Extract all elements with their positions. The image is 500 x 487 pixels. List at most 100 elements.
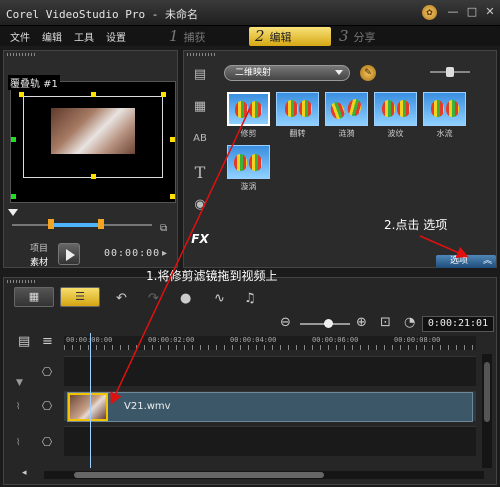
scroll-left-icon[interactable]: ◂ — [22, 468, 27, 478]
track-label: 覆叠轨 #1 — [8, 75, 60, 90]
resize-handle[interactable] — [11, 194, 16, 199]
filter-icon[interactable]: FX — [188, 229, 212, 249]
corel-logo-icon[interactable]: ✿ — [422, 5, 437, 20]
horizontal-scrollbar[interactable] — [44, 471, 484, 479]
project-duration[interactable]: 0:00:21:01 — [422, 316, 494, 332]
tab-share[interactable]: 3 分享 — [339, 27, 376, 46]
lock-track-icon[interactable]: ⌇ — [16, 438, 20, 448]
time-ruler[interactable]: 00:00:00:00 00:00:02:00 00:00:04:00 00:0… — [64, 336, 476, 350]
filter-thumb-flip[interactable] — [276, 92, 319, 126]
resize-handle[interactable] — [91, 92, 96, 97]
resize-handle[interactable] — [91, 174, 96, 179]
title-track[interactable] — [64, 426, 476, 456]
mode-clip[interactable]: 素材 — [30, 255, 48, 268]
ruler-tick: 00:00:08:00 — [394, 336, 441, 344]
filter-thumb-whirlpool[interactable] — [227, 145, 270, 179]
balloon-image — [299, 100, 312, 117]
overlay-clip-image[interactable] — [51, 108, 135, 154]
menu-settings[interactable]: 设置 — [106, 29, 126, 44]
filter-thumb-water[interactable] — [423, 92, 466, 126]
ruler-tick: 00:00:02:00 — [148, 336, 195, 344]
annotation-step1: 1.将修剪滤镜拖到视频上 — [146, 269, 278, 283]
timeline-zoom-slider[interactable] — [300, 319, 350, 328]
preview-panel: 覆叠轨 #1 ⧉ 项目 素材 00:00:00 ▸ — [3, 50, 178, 268]
timeline-view-button[interactable]: ☰ — [60, 287, 100, 307]
title-bar: Corel VideoStudio Pro - 未命名 ✿ — □ ✕ — [0, 0, 500, 26]
trim-end-handle[interactable] — [98, 219, 104, 229]
tab-edit[interactable]: 2 编辑 — [249, 27, 331, 46]
title-track-icon[interactable]: ⎔ — [34, 430, 60, 454]
zoom-in-icon[interactable]: ⊕ — [356, 315, 367, 330]
preview-screen[interactable] — [10, 81, 176, 203]
thumb-label: 修剪 — [240, 129, 257, 138]
maximize-button[interactable]: □ — [465, 5, 479, 19]
trim-start-handle[interactable] — [48, 219, 54, 229]
sound-mixer-icon[interactable]: ∿ — [214, 291, 225, 306]
video-track[interactable] — [64, 356, 476, 386]
menu-tools[interactable]: 工具 — [74, 29, 94, 44]
instant-project-icon[interactable]: ▦ — [188, 97, 212, 117]
menu-edit[interactable]: 编辑 — [42, 29, 62, 44]
balloon-image — [249, 154, 262, 171]
thumb-label: 漩涡 — [240, 182, 257, 191]
overlay-track-icon[interactable]: ⎔ — [34, 394, 60, 418]
lock-track-icon[interactable]: ⌇ — [16, 402, 20, 412]
minimize-button[interactable]: — — [446, 5, 460, 19]
import-icon[interactable]: ✎ — [360, 65, 376, 81]
balloon-image — [346, 97, 363, 118]
video-track-icon[interactable]: ⎔ — [34, 360, 60, 384]
options-label: 选项 — [450, 256, 469, 266]
play-button[interactable] — [58, 243, 80, 265]
ruler-tick: 00:00:06:00 — [312, 336, 359, 344]
overlay-track[interactable]: V21.wmv — [64, 391, 476, 422]
filter-thumb-ripple[interactable] — [325, 92, 368, 126]
filter-thumb-trim[interactable] — [227, 92, 270, 126]
track-manager-icon[interactable]: ▤ — [18, 334, 30, 349]
thumbnail-size-slider[interactable] — [430, 67, 470, 77]
balloon-image — [285, 100, 298, 117]
panel-grip[interactable] — [187, 53, 217, 56]
transition-icon[interactable]: AB — [188, 129, 212, 149]
panel-grip[interactable] — [7, 53, 37, 56]
clone-icon[interactable]: ⧉ — [160, 223, 167, 234]
resize-handle[interactable] — [170, 137, 175, 142]
timeline-zoom-row: ⊖ ⊕ ⊡ ◔ 0:00:21:01 — [4, 313, 496, 335]
media-icon[interactable]: ▤ — [188, 65, 212, 85]
resize-handle[interactable] — [19, 92, 24, 97]
resize-handle[interactable] — [170, 194, 175, 199]
scrub-playhead[interactable] — [8, 209, 18, 216]
options-button[interactable]: 选项 ︽ — [436, 255, 496, 268]
record-capture-icon[interactable]: ● — [180, 291, 191, 306]
scrubber[interactable] — [12, 217, 152, 231]
fit-project-icon[interactable]: ⊡ — [380, 315, 391, 330]
resize-handle[interactable] — [11, 137, 16, 142]
graphic-icon[interactable]: ◉ — [188, 195, 212, 215]
slider-knob[interactable] — [324, 319, 333, 328]
timeline-playhead[interactable] — [90, 333, 91, 468]
close-button[interactable]: ✕ — [483, 5, 497, 19]
balloon-image — [382, 100, 395, 117]
storyboard-view-button[interactable]: ▦ — [14, 287, 54, 307]
timeline-clip[interactable]: V21.wmv — [67, 392, 473, 422]
thumb-label: 水流 — [436, 129, 453, 138]
filter-thumb-wave[interactable] — [374, 92, 417, 126]
workflow-steps: 1 捕获 2 编辑 3 分享 — [163, 27, 500, 46]
auto-music-icon[interactable]: ♫ — [244, 291, 256, 306]
timecode-spinner-icon[interactable]: ▸ — [162, 248, 167, 259]
tab-capture[interactable]: 1 捕获 — [169, 27, 206, 46]
scroll-thumb[interactable] — [484, 362, 490, 422]
vertical-scrollbar[interactable] — [482, 354, 492, 468]
menu-file[interactable]: 文件 — [10, 29, 30, 44]
zoom-out-icon[interactable]: ⊖ — [280, 315, 291, 330]
redo-icon[interactable]: ↷ — [148, 291, 159, 306]
resize-handle[interactable] — [161, 92, 166, 97]
add-track-icon[interactable]: ▼ — [16, 378, 23, 388]
category-dropdown[interactable]: 二维映射 — [224, 65, 350, 81]
title-icon[interactable]: T — [188, 163, 212, 183]
slider-knob[interactable] — [446, 67, 454, 77]
preview-timecode[interactable]: 00:00:00 — [104, 248, 160, 259]
list-icon[interactable]: ≡ — [42, 334, 53, 349]
undo-icon[interactable]: ↶ — [116, 291, 127, 306]
scroll-thumb[interactable] — [74, 472, 324, 478]
mode-project[interactable]: 项目 — [30, 241, 48, 254]
